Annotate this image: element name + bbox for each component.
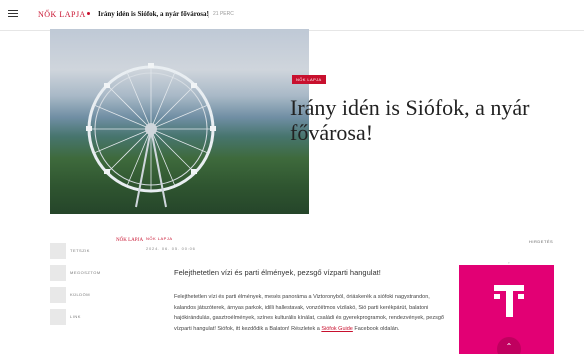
header-article-title: Irány idén is Siófok, a nyár fővárosa! — [98, 10, 209, 18]
send-icon[interactable] — [50, 287, 66, 303]
siofok-guide-link[interactable]: Siófok Guide — [321, 326, 353, 332]
share-label: TETSZIK — [70, 248, 90, 253]
ferris-wheel-image — [86, 63, 216, 208]
publish-date: 2024. 06. 05. 00:06 — [146, 246, 196, 251]
hero-image — [50, 29, 309, 214]
share-sidebar: TETSZIK MEGOSZTOM KÜLDÖM LINK — [50, 243, 102, 331]
article-lead: Felejthetetlen vízi és parti élmények, p… — [174, 268, 381, 277]
telekom-logo-icon — [494, 285, 524, 317]
share-item-share[interactable]: MEGOSZTOM — [50, 265, 102, 281]
menu-icon[interactable] — [8, 10, 18, 18]
author-byline[interactable]: NŐK LAPJA — [146, 236, 173, 241]
link-icon[interactable] — [50, 309, 66, 325]
ad-label: HIRDETÉS — [529, 239, 554, 244]
share-item-like[interactable]: TETSZIK — [50, 243, 102, 259]
ad-banner[interactable]: ⌃ — [459, 265, 554, 354]
share-icon[interactable] — [50, 265, 66, 281]
body-text-part: Felejthetetlen vízi és parti élmények, m… — [174, 294, 444, 332]
scroll-up-button[interactable]: ⌃ — [497, 337, 521, 354]
header-timestamp: 21 PERC — [208, 11, 234, 18]
share-item-link[interactable]: LINK — [50, 309, 102, 325]
share-label: KÜLDÖM — [70, 292, 91, 297]
like-icon[interactable] — [50, 243, 66, 259]
body-text-part: Facebook oldalán. — [352, 325, 400, 332]
share-item-send[interactable]: KÜLDÖM — [50, 287, 102, 303]
site-logo[interactable]: NŐK LAPJA — [38, 10, 86, 19]
top-bar: NŐK LAPJA Irány idén is Siófok, a nyár f… — [0, 0, 584, 31]
article-title: Irány idén is Siófok, a nyár fővárosa! — [290, 95, 530, 145]
category-badge[interactable]: NŐK LAPJA — [292, 75, 326, 84]
author-logo[interactable]: NŐK LAPJA — [116, 238, 143, 243]
share-label: LINK — [70, 314, 81, 319]
article-body: Felejthetetlen vízi és parti élmények, m… — [174, 292, 450, 334]
separator-dot — [87, 12, 90, 15]
share-label: MEGOSZTOM — [70, 270, 101, 275]
